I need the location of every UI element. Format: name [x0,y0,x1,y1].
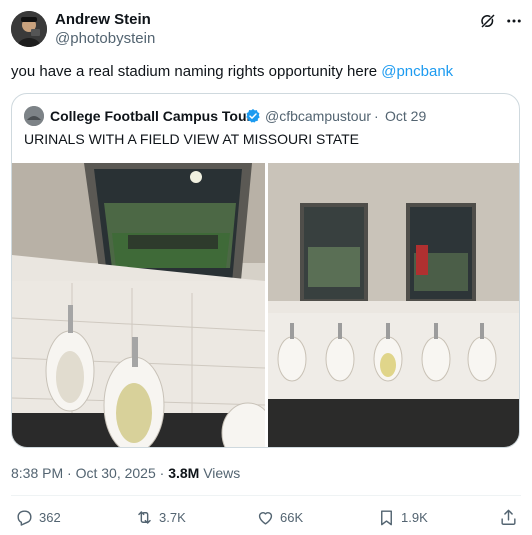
reply-count: 362 [39,509,61,525]
retweet-count: 3.7K [159,509,186,525]
verified-icon [246,109,260,123]
mention-link[interactable]: @pncbank [381,63,453,80]
quote-date[interactable]: Oct 29 [385,107,426,125]
view-count: 3.8M [168,465,200,481]
bookmark-count: 1.9K [401,509,428,525]
action-bar: 362 3.7K 66K 1.9K [11,505,521,529]
quoted-tweet[interactable]: College Football Campus Tour @cfbcampust… [11,93,520,448]
quote-author-handle[interactable]: @cfbcampustour [265,107,371,125]
grok-icon[interactable] [479,12,497,30]
quote-avatar[interactable] [24,106,44,126]
photo-urinals-window-closeup[interactable] [12,163,265,447]
author-name[interactable]: Andrew Stein [55,11,151,29]
tweet-text: you have a real stadium naming rights op… [11,62,521,82]
share-icon [501,509,516,525]
tweet-time[interactable]: 8:38 PM · Oct 30, 2025 · [11,465,168,481]
like-count: 66K [280,509,304,525]
like-icon [258,511,273,525]
reply-icon [17,509,32,526]
author-handle[interactable]: @photobystein [55,30,155,48]
retweet-icon [138,510,151,524]
divider [11,495,521,496]
photo-urinals-row[interactable] [268,163,519,447]
tweet-header: Andrew Stein @photobystein [11,9,521,49]
like-button[interactable]: 66K [256,505,303,529]
quote-separator: · [374,108,379,124]
quote-author-name[interactable]: College Football Campus Tour [50,107,252,125]
share-button[interactable] [499,505,523,529]
bookmark-button[interactable]: 1.9K [377,505,428,529]
tweet-timestamp[interactable]: 8:38 PM · Oct 30, 2025 · 3.8M Views [11,464,240,482]
tweet-body: you have a real stadium naming rights op… [11,63,382,80]
retweet-button[interactable]: 3.7K [135,505,186,529]
bookmark-icon [381,509,392,525]
more-icon[interactable] [505,12,523,30]
quote-text: URINALS WITH A FIELD VIEW AT MISSOURI ST… [24,131,360,147]
author-avatar[interactable] [11,11,47,47]
quote-photos [12,163,519,447]
reply-button[interactable]: 362 [15,505,61,529]
views-label: Views [199,465,241,481]
